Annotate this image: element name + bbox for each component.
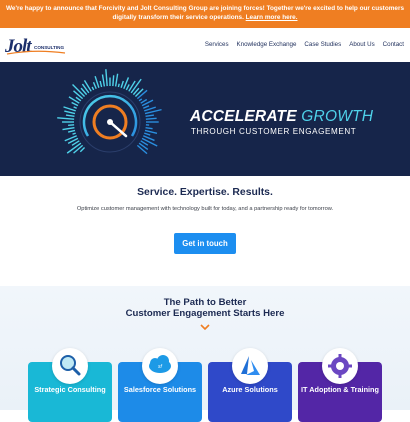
services-title: Service. Expertise. Results.: [0, 187, 410, 198]
nav-contact[interactable]: Contact: [383, 41, 404, 48]
services-intro: Service. Expertise. Results. Optimize cu…: [0, 176, 410, 286]
gear-icon: [322, 348, 358, 384]
path-title-line1: The Path to Better: [0, 297, 410, 308]
hero-banner: ACCELERATE GROWTH THROUGH CUSTOMER ENGAG…: [0, 62, 410, 176]
speedometer-icon: [54, 64, 166, 176]
magnifier-icon: [52, 348, 88, 384]
path-section: The Path to Better Customer Engagement S…: [0, 286, 410, 410]
banner-text: We're happy to announce that Forcivity a…: [6, 5, 404, 21]
services-subtitle: Optimize customer management with techno…: [0, 206, 410, 212]
nav-services[interactable]: Services: [205, 41, 229, 48]
path-title-line2: Customer Engagement Starts Here: [0, 308, 410, 319]
jolt-logo[interactable]: Jolt CONSULTING: [5, 38, 67, 56]
svg-text:sf: sf: [158, 364, 163, 370]
nav-case-studies[interactable]: Case Studies: [304, 41, 341, 48]
get-in-touch-button[interactable]: Get in touch: [174, 233, 236, 254]
hero-headline: ACCELERATE GROWTH: [190, 108, 373, 126]
nav-knowledge-exchange[interactable]: Knowledge Exchange: [237, 41, 297, 48]
logo-swoosh-icon: [5, 50, 67, 56]
top-navigation: Jolt CONSULTING Services Knowledge Excha…: [0, 28, 410, 62]
hero-subline: THROUGH CUSTOMER ENGAGEMENT: [191, 127, 356, 136]
banner-learn-more-link[interactable]: Learn more here.: [246, 14, 298, 21]
main-menu: Services Knowledge Exchange Case Studies…: [205, 41, 404, 48]
salesforce-icon: sf: [142, 348, 178, 384]
azure-icon: [232, 348, 268, 384]
announcement-banner: We're happy to announce that Forcivity a…: [0, 0, 410, 28]
chevron-down-icon: [200, 324, 210, 330]
nav-about-us[interactable]: About Us: [349, 41, 374, 48]
